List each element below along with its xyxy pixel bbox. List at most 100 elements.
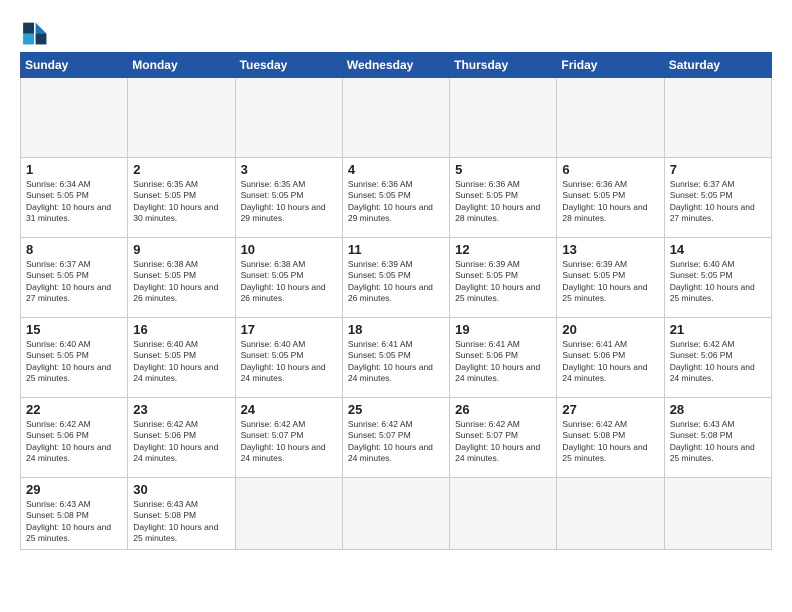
calendar-day-cell: 16Sunrise: 6:40 AMSunset: 5:05 PMDayligh… — [128, 318, 235, 398]
day-info: Sunrise: 6:37 AMSunset: 5:05 PMDaylight:… — [26, 259, 122, 305]
calendar-day-cell — [235, 478, 342, 550]
day-info: Sunrise: 6:42 AMSunset: 5:08 PMDaylight:… — [562, 419, 658, 465]
calendar-day-cell: 21 Sunrise: 6:42 AMSunset: 5:06 PMDayligh… — [664, 318, 771, 398]
calendar-day-cell: 12 Sunrise: 6:39 AMSunset: 5:05 PMDayligh… — [450, 238, 557, 318]
day-info: Sunrise: 6:39 AMSunset: 5:05 PMDaylight:… — [455, 259, 551, 305]
day-number: 5 — [455, 162, 551, 177]
calendar-day-cell: 23Sunrise: 6:42 AMSunset: 5:06 PMDayligh… — [128, 398, 235, 478]
calendar-day-cell: 28Sunrise: 6:43 AMSunset: 5:08 PMDayligh… — [664, 398, 771, 478]
day-number: 18 — [348, 322, 444, 337]
day-info: Sunrise: 6:38 AMSunset: 5:05 PMDaylight:… — [241, 259, 337, 305]
day-info: Sunrise: 6:42 AMSunset: 5:06 PMDaylight:… — [26, 419, 122, 465]
day-number: 22 — [26, 402, 122, 417]
day-number: 23 — [133, 402, 229, 417]
day-number: 20 — [562, 322, 658, 337]
calendar-header-cell: Wednesday — [342, 53, 449, 78]
day-info: Sunrise: 6:36 AMSunset: 5:05 PMDaylight:… — [562, 179, 658, 225]
calendar-week-row: 8 Sunrise: 6:37 AMSunset: 5:05 PMDaylight… — [21, 238, 772, 318]
calendar-day-cell: 29 Sunrise: 6:43 AMSunset: 5:08 PMDayligh… — [21, 478, 128, 550]
calendar-day-cell: 6 Sunrise: 6:36 AMSunset: 5:05 PMDaylight… — [557, 158, 664, 238]
day-info: Sunrise: 6:34 AMSunset: 5:05 PMDaylight:… — [26, 179, 122, 225]
calendar-day-cell — [557, 78, 664, 158]
calendar-day-cell — [664, 478, 771, 550]
day-number: 6 — [562, 162, 658, 177]
calendar-day-cell: 5 Sunrise: 6:36 AMSunset: 5:05 PMDaylight… — [450, 158, 557, 238]
day-number: 27 — [562, 402, 658, 417]
day-info: Sunrise: 6:39 AMSunset: 5:05 PMDaylight:… — [562, 259, 658, 305]
calendar-day-cell: 9 Sunrise: 6:38 AMSunset: 5:05 PMDaylight… — [128, 238, 235, 318]
calendar-day-cell — [557, 478, 664, 550]
day-number: 3 — [241, 162, 337, 177]
calendar-day-cell: 14 Sunrise: 6:40 AMSunset: 5:05 PMDayligh… — [664, 238, 771, 318]
day-number: 13 — [562, 242, 658, 257]
day-info: Sunrise: 6:42 AMSunset: 5:07 PMDaylight:… — [455, 419, 551, 465]
day-info: Sunrise: 6:42 AMSunset: 5:07 PMDaylight:… — [241, 419, 337, 465]
calendar-day-cell: 22 Sunrise: 6:42 AMSunset: 5:06 PMDayligh… — [21, 398, 128, 478]
day-info: Sunrise: 6:36 AMSunset: 5:05 PMDaylight:… — [455, 179, 551, 225]
day-info: Sunrise: 6:35 AMSunset: 5:05 PMDaylight:… — [241, 179, 337, 225]
day-info: Sunrise: 6:35 AMSunset: 5:05 PMDaylight:… — [133, 179, 229, 225]
day-info: Sunrise: 6:42 AMSunset: 5:06 PMDaylight:… — [670, 339, 766, 385]
logo — [20, 18, 52, 46]
day-number: 12 — [455, 242, 551, 257]
day-number: 9 — [133, 242, 229, 257]
calendar-day-cell: 1 Sunrise: 6:34 AMSunset: 5:05 PMDaylight… — [21, 158, 128, 238]
calendar-day-cell: 20 Sunrise: 6:41 AMSunset: 5:06 PMDayligh… — [557, 318, 664, 398]
calendar-day-cell — [342, 478, 449, 550]
calendar-day-cell: 13 Sunrise: 6:39 AMSunset: 5:05 PMDayligh… — [557, 238, 664, 318]
calendar-day-cell: 27 Sunrise: 6:42 AMSunset: 5:08 PMDayligh… — [557, 398, 664, 478]
day-info: Sunrise: 6:36 AMSunset: 5:05 PMDaylight:… — [348, 179, 444, 225]
calendar-header-cell: Thursday — [450, 53, 557, 78]
calendar-day-cell: 17 Sunrise: 6:40 AMSunset: 5:05 PMDayligh… — [235, 318, 342, 398]
calendar-day-cell: 8 Sunrise: 6:37 AMSunset: 5:05 PMDaylight… — [21, 238, 128, 318]
calendar-day-cell: 25 Sunrise: 6:42 AMSunset: 5:07 PMDayligh… — [342, 398, 449, 478]
day-number: 25 — [348, 402, 444, 417]
day-number: 24 — [241, 402, 337, 417]
day-number: 17 — [241, 322, 337, 337]
logo-icon — [20, 18, 48, 46]
day-number: 29 — [26, 482, 122, 497]
day-number: 10 — [241, 242, 337, 257]
day-info: Sunrise: 6:41 AMSunset: 5:06 PMDaylight:… — [455, 339, 551, 385]
day-info: Sunrise: 6:43 AMSunset: 5:08 PMDaylight:… — [133, 499, 229, 545]
day-info: Sunrise: 6:38 AMSunset: 5:05 PMDaylight:… — [133, 259, 229, 305]
calendar-day-cell: 4 Sunrise: 6:36 AMSunset: 5:05 PMDaylight… — [342, 158, 449, 238]
calendar-day-cell: 11Sunrise: 6:39 AMSunset: 5:05 PMDayligh… — [342, 238, 449, 318]
day-info: Sunrise: 6:43 AMSunset: 5:08 PMDaylight:… — [26, 499, 122, 545]
calendar-day-cell — [664, 78, 771, 158]
calendar-week-row: 1 Sunrise: 6:34 AMSunset: 5:05 PMDaylight… — [21, 158, 772, 238]
calendar-day-cell: 3 Sunrise: 6:35 AMSunset: 5:05 PMDaylight… — [235, 158, 342, 238]
calendar-day-cell: 7Sunrise: 6:37 AMSunset: 5:05 PMDaylight… — [664, 158, 771, 238]
header — [20, 18, 772, 46]
calendar-week-row: 15 Sunrise: 6:40 AMSunset: 5:05 PMDayligh… — [21, 318, 772, 398]
day-number: 14 — [670, 242, 766, 257]
day-info: Sunrise: 6:41 AMSunset: 5:06 PMDaylight:… — [562, 339, 658, 385]
day-number: 19 — [455, 322, 551, 337]
calendar-week-row — [21, 78, 772, 158]
day-number: 7 — [670, 162, 766, 177]
calendar: SundayMondayTuesdayWednesdayThursdayFrid… — [20, 52, 772, 550]
day-info: Sunrise: 6:42 AMSunset: 5:07 PMDaylight:… — [348, 419, 444, 465]
day-info: Sunrise: 6:40 AMSunset: 5:05 PMDaylight:… — [241, 339, 337, 385]
day-number: 30 — [133, 482, 229, 497]
day-number: 4 — [348, 162, 444, 177]
day-info: Sunrise: 6:41 AMSunset: 5:05 PMDaylight:… — [348, 339, 444, 385]
day-info: Sunrise: 6:40 AMSunset: 5:05 PMDaylight:… — [670, 259, 766, 305]
day-number: 11 — [348, 242, 444, 257]
day-number: 2 — [133, 162, 229, 177]
calendar-header-cell: Saturday — [664, 53, 771, 78]
calendar-week-row: 22 Sunrise: 6:42 AMSunset: 5:06 PMDayligh… — [21, 398, 772, 478]
day-info: Sunrise: 6:40 AMSunset: 5:05 PMDaylight:… — [133, 339, 229, 385]
day-number: 21 — [670, 322, 766, 337]
calendar-header-cell: Monday — [128, 53, 235, 78]
day-number: 15 — [26, 322, 122, 337]
calendar-day-cell — [450, 78, 557, 158]
day-number: 1 — [26, 162, 122, 177]
calendar-header-cell: Sunday — [21, 53, 128, 78]
calendar-day-cell — [342, 78, 449, 158]
calendar-day-cell — [450, 478, 557, 550]
day-number: 8 — [26, 242, 122, 257]
day-number: 28 — [670, 402, 766, 417]
calendar-day-cell: 15Sunrise: 6:40 AMSunset: 5:05 PMDayligh… — [21, 318, 128, 398]
calendar-day-cell: 26Sunrise: 6:42 AMSunset: 5:07 PMDayligh… — [450, 398, 557, 478]
